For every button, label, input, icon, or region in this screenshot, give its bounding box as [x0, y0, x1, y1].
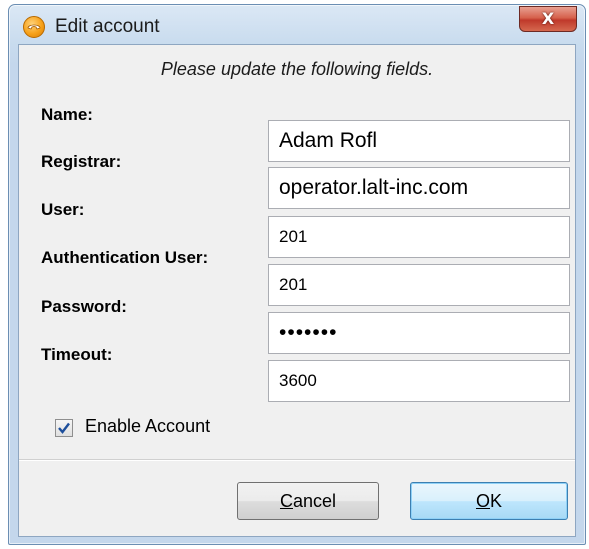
- user-input[interactable]: [268, 216, 570, 258]
- name-input[interactable]: [268, 120, 570, 162]
- ok-button[interactable]: OK: [410, 482, 568, 520]
- window-title: Edit account: [55, 16, 160, 37]
- authentication-user-label: Authentication User:: [41, 248, 209, 267]
- authentication-user-input[interactable]: [268, 264, 570, 306]
- registrar-input[interactable]: [268, 167, 570, 209]
- cancel-label: ancel: [292, 491, 337, 511]
- cancel-mnemonic: C: [279, 491, 293, 511]
- title-bar[interactable]: Edit account X: [9, 5, 585, 45]
- checkmark-icon: [58, 422, 70, 434]
- button-separator: [19, 459, 575, 461]
- user-label: User:: [41, 200, 85, 219]
- ok-label: K: [490, 491, 503, 511]
- close-button[interactable]: X: [519, 6, 577, 32]
- instruction-text: Please update the following fields.: [160, 59, 434, 79]
- timeout-input[interactable]: [268, 360, 570, 402]
- registrar-label: Registrar:: [41, 152, 122, 171]
- cancel-button[interactable]: Cancel: [237, 482, 379, 520]
- enable-account-label[interactable]: Enable Account: [85, 416, 210, 437]
- timeout-label: Timeout:: [41, 345, 113, 364]
- dialog-body: Please update the following fields. Name…: [18, 44, 576, 537]
- ok-mnemonic: O: [475, 491, 490, 511]
- edit-account-dialog: Edit account X Please update the followi…: [8, 4, 586, 545]
- name-label: Name:: [41, 105, 93, 124]
- password-label: Password:: [41, 297, 127, 316]
- phone-app-icon: [23, 16, 45, 38]
- enable-account-checkbox[interactable]: [55, 419, 73, 437]
- password-input[interactable]: [268, 312, 570, 354]
